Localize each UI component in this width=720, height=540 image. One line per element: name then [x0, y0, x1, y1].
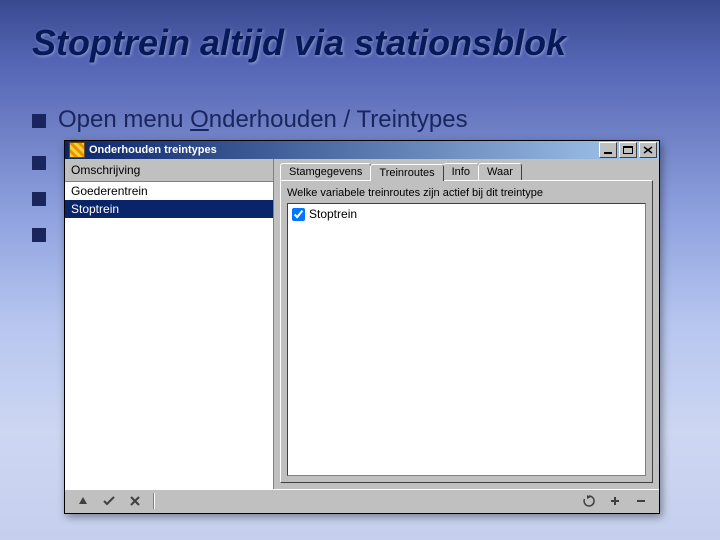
- bullet-marker: [32, 228, 46, 242]
- treinroute-checkbox[interactable]: [292, 208, 305, 221]
- tab-treinroutes[interactable]: Treinroutes: [370, 164, 443, 181]
- add-button[interactable]: [603, 491, 627, 511]
- bullet-marker: [32, 114, 46, 128]
- cancel-button[interactable]: [123, 491, 147, 511]
- remove-button[interactable]: [629, 491, 653, 511]
- tab-bar: StamgegevensTreinroutesInfoWaar: [274, 159, 659, 180]
- tab-info[interactable]: Info: [443, 163, 479, 180]
- tab-stamgegevens[interactable]: Stamgegevens: [280, 163, 371, 180]
- left-column-header[interactable]: Omschrijving: [65, 159, 273, 182]
- refresh-button[interactable]: [577, 491, 601, 511]
- close-button[interactable]: [639, 142, 657, 158]
- tab-pane-treinroutes: Welke variabele treinroutes zijn actief …: [280, 180, 653, 483]
- right-panel: StamgegevensTreinroutesInfoWaar Welke va…: [274, 159, 659, 489]
- treinroute-check-label: Stoptrein: [309, 207, 357, 221]
- window-body: Omschrijving GoederentreinStoptrein Stam…: [65, 159, 659, 489]
- treintype-list-item[interactable]: Stoptrein: [65, 200, 273, 218]
- titlebar[interactable]: Onderhouden treintypes: [65, 141, 659, 159]
- window-title: Onderhouden treintypes: [89, 144, 597, 156]
- treintype-list-item[interactable]: Goederentrein: [65, 182, 273, 200]
- bullet-marker: [32, 156, 46, 170]
- window-onderhouden-treintypes: Onderhouden treintypes Omschrijving Goed…: [64, 140, 660, 514]
- toolbar-divider: [153, 493, 155, 509]
- app-icon: [69, 142, 85, 158]
- tab-waar[interactable]: Waar: [478, 163, 522, 180]
- scroll-up-button[interactable]: [71, 491, 95, 511]
- bullet-text: Open menu Onderhouden / Treintypes: [58, 106, 468, 134]
- confirm-button[interactable]: [97, 491, 121, 511]
- maximize-button[interactable]: [619, 142, 637, 158]
- treinroute-checklist: Stoptrein: [287, 203, 646, 476]
- left-panel: Omschrijving GoederentreinStoptrein: [65, 159, 274, 489]
- treinroute-check-row[interactable]: Stoptrein: [290, 206, 643, 222]
- bullet-marker: [32, 192, 46, 206]
- pane-question: Welke variabele treinroutes zijn actief …: [287, 187, 646, 199]
- minimize-button[interactable]: [599, 142, 617, 158]
- treintype-list[interactable]: GoederentreinStoptrein: [65, 182, 273, 489]
- slide-title: Stoptrein altijd via stationsblok: [32, 22, 566, 64]
- record-toolbar: [65, 489, 659, 512]
- bullet-row: Open menu Onderhouden / Treintypes: [32, 106, 468, 134]
